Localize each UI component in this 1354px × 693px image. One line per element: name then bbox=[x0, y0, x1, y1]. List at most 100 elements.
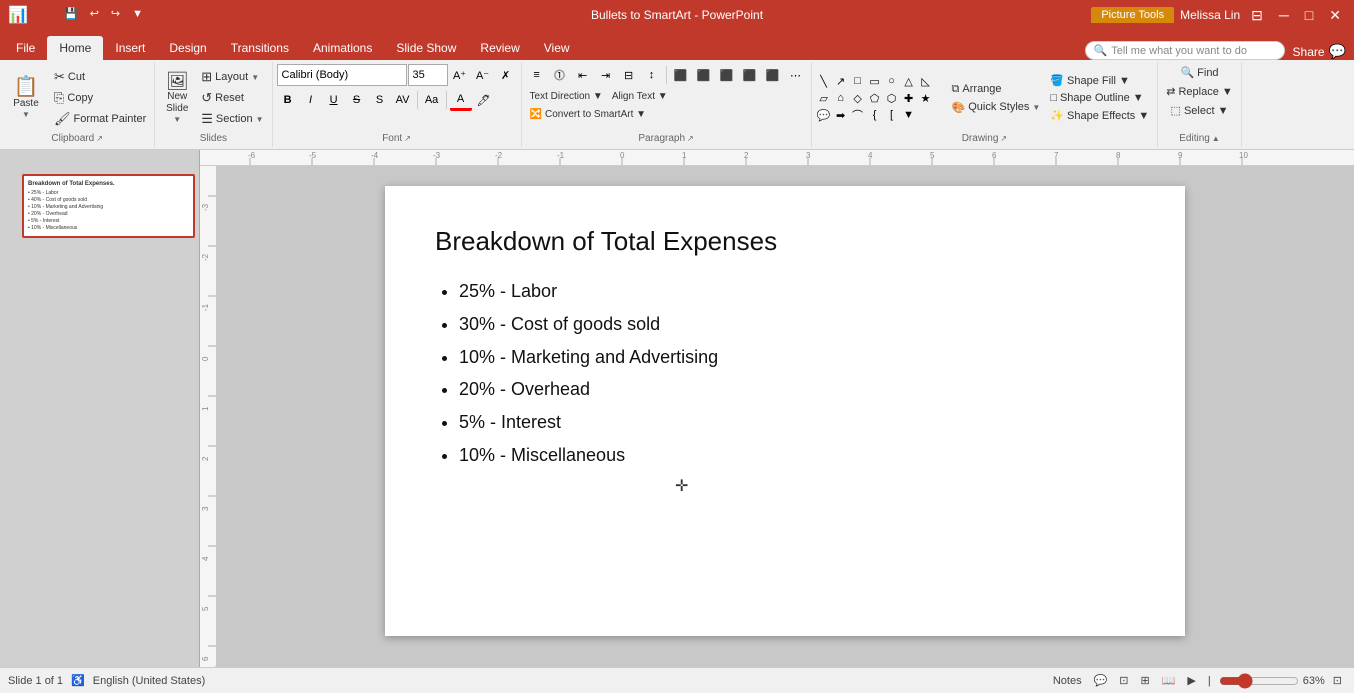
text-direction-button[interactable]: Text Direction ▼ bbox=[526, 89, 607, 104]
find-button[interactable]: 🔍 Find bbox=[1176, 64, 1222, 81]
decrease-indent-button[interactable]: ⇤ bbox=[572, 64, 594, 86]
right-triangle-shape[interactable]: ◺ bbox=[918, 73, 934, 89]
select-button[interactable]: ⬚ Select ▼ bbox=[1167, 102, 1233, 119]
cut-button[interactable]: ✂ Cut bbox=[50, 67, 150, 87]
share-btn[interactable]: Share bbox=[1293, 45, 1325, 59]
increase-indent-button[interactable]: ⇥ bbox=[595, 64, 617, 86]
shape-outline-button[interactable]: □ Shape Outline ▼ bbox=[1046, 90, 1153, 106]
font-name-input[interactable] bbox=[277, 64, 407, 86]
font-group-label[interactable]: Font ↗ bbox=[277, 132, 517, 145]
bold-button[interactable]: B bbox=[277, 89, 299, 111]
tab-view[interactable]: View bbox=[532, 36, 582, 60]
align-right-button[interactable]: ⬛ bbox=[716, 64, 738, 86]
bracket-shape[interactable]: [ bbox=[884, 107, 900, 123]
shape-fill-button[interactable]: 🪣 Shape Fill ▼ bbox=[1046, 72, 1153, 89]
columns-button[interactable]: ⊟ bbox=[618, 64, 640, 86]
tab-design[interactable]: Design bbox=[157, 36, 218, 60]
brace-shape[interactable]: { bbox=[867, 107, 883, 123]
zoom-slider[interactable] bbox=[1219, 673, 1299, 689]
tab-file[interactable]: File bbox=[4, 36, 47, 60]
slideshow-button[interactable]: ▶ bbox=[1183, 672, 1199, 689]
round-rect-shape[interactable]: ▭ bbox=[867, 73, 883, 89]
slide-body[interactable]: 25% - Labor 30% - Cost of goods sold 10%… bbox=[435, 277, 1135, 470]
redo-button[interactable]: ↪ bbox=[107, 5, 124, 22]
replace-button[interactable]: ⇄ Replace ▼ bbox=[1162, 83, 1237, 100]
paste-dropdown[interactable]: ▼ bbox=[22, 110, 30, 119]
section-button[interactable]: ☰ Section ▼ bbox=[197, 109, 267, 129]
shape-effects-button[interactable]: ✨ Shape Effects ▼ bbox=[1046, 107, 1153, 124]
callout-shape[interactable]: 💬 bbox=[816, 107, 832, 123]
maximize-btn[interactable]: □ bbox=[1300, 5, 1318, 25]
italic-button[interactable]: I bbox=[300, 89, 322, 111]
tab-insert[interactable]: Insert bbox=[103, 36, 157, 60]
accessibility-icon[interactable]: ♿ bbox=[71, 674, 85, 687]
line-spacing-button[interactable]: ↕ bbox=[641, 64, 663, 86]
oval-shape[interactable]: ○ bbox=[884, 73, 900, 89]
justify-button[interactable]: ⬛ bbox=[739, 64, 761, 86]
copy-button[interactable]: ⎘ Copy bbox=[50, 88, 150, 108]
paste-button[interactable]: 📋 Paste ▼ bbox=[4, 75, 48, 121]
fit-window-button[interactable]: ⊡ bbox=[1329, 672, 1346, 689]
justify-low-button[interactable]: ⬛ bbox=[762, 64, 784, 86]
convert-smartart-button[interactable]: 🔀 Convert to SmartArt ▼ bbox=[526, 107, 651, 122]
tab-home[interactable]: Home bbox=[47, 36, 103, 60]
arrange-button[interactable]: ⧉ Arrange bbox=[948, 81, 1045, 98]
underline-button[interactable]: U bbox=[323, 89, 345, 111]
tab-transitions[interactable]: Transitions bbox=[219, 36, 301, 60]
font-color-button[interactable]: A bbox=[450, 89, 472, 111]
star-shape[interactable]: ★ bbox=[918, 90, 934, 106]
curve-shape[interactable]: ⌒ bbox=[850, 107, 866, 123]
tell-me-input[interactable]: 🔍 Tell me what you want to do bbox=[1085, 41, 1285, 60]
minimize-btn[interactable]: ─ bbox=[1274, 5, 1294, 25]
bullets-button[interactable]: ≡ bbox=[526, 64, 548, 86]
clipboard-group-label[interactable]: Clipboard ↗ bbox=[4, 132, 150, 145]
strikethrough-button[interactable]: S bbox=[346, 89, 368, 111]
notes-button[interactable]: Notes bbox=[1049, 673, 1086, 689]
tab-animations[interactable]: Animations bbox=[301, 36, 384, 60]
undo-button[interactable]: ↩ bbox=[86, 5, 103, 22]
tab-review[interactable]: Review bbox=[468, 36, 531, 60]
comments-icon[interactable]: 💬 bbox=[1329, 43, 1346, 60]
slides-group-label[interactable]: Slides bbox=[159, 132, 267, 145]
close-btn[interactable]: ✕ bbox=[1324, 5, 1346, 26]
quick-styles-button[interactable]: 🎨 Quick Styles ▼ bbox=[948, 99, 1045, 116]
slide-thumbnail[interactable]: Breakdown of Total Expenses. • 25% - Lab… bbox=[22, 174, 195, 238]
editing-expand-icon[interactable]: ▲ bbox=[1212, 134, 1220, 143]
paragraph-group-label[interactable]: Paragraph ↗ bbox=[526, 132, 807, 145]
font-size-input[interactable] bbox=[408, 64, 448, 86]
align-text-button[interactable]: Align Text ▼ bbox=[608, 89, 672, 104]
editing-group-label[interactable]: Editing ▲ bbox=[1162, 132, 1237, 145]
align-center-button[interactable]: ⬛ bbox=[693, 64, 715, 86]
rect-shape[interactable]: □ bbox=[850, 73, 866, 89]
text-shadow-button[interactable]: S bbox=[369, 89, 391, 111]
ribbon-display-btn[interactable]: ⊟ bbox=[1246, 5, 1268, 26]
pentagon-shape[interactable]: ⬠ bbox=[867, 90, 883, 106]
clear-format-button[interactable]: ✗ bbox=[495, 64, 517, 86]
more-shapes[interactable]: ▼ bbox=[901, 107, 917, 123]
plus-shape[interactable]: ✚ bbox=[901, 90, 917, 106]
slide-content[interactable]: Breakdown of Total Expenses 25% - Labor … bbox=[385, 186, 1185, 636]
reading-view-button[interactable]: 📖 bbox=[1158, 672, 1180, 689]
format-painter-button[interactable]: 🖌 Format Painter bbox=[50, 109, 150, 129]
diamond-shape[interactable]: ◇ bbox=[850, 90, 866, 106]
text-highlight-button[interactable]: 🖊 bbox=[473, 89, 495, 111]
language[interactable]: English (United States) bbox=[93, 675, 206, 687]
block-arrow-shape[interactable]: ➡ bbox=[833, 107, 849, 123]
user-name[interactable]: Melissa Lin bbox=[1180, 8, 1240, 22]
comments-panel-button[interactable]: 💬 bbox=[1090, 672, 1112, 689]
char-spacing-button[interactable]: AV bbox=[392, 89, 414, 111]
paragraph-expand-icon[interactable]: ↗ bbox=[687, 134, 694, 143]
numbering-button[interactable]: ⓵ bbox=[549, 64, 571, 86]
connector-shape[interactable]: ↗ bbox=[833, 73, 849, 89]
line-shape[interactable]: ╲ bbox=[816, 73, 832, 89]
quick-access-more[interactable]: ▼ bbox=[128, 6, 147, 22]
new-slide-dropdown[interactable]: ▼ bbox=[173, 115, 181, 124]
drawing-group-label[interactable]: Drawing ↗ bbox=[816, 132, 1154, 145]
trapezoid-shape[interactable]: ⌂ bbox=[833, 90, 849, 106]
triangle-shape[interactable]: △ bbox=[901, 73, 917, 89]
increase-font-size-button[interactable]: A⁺ bbox=[449, 64, 471, 86]
align-left-button[interactable]: ⬛ bbox=[670, 64, 692, 86]
tab-slideshow[interactable]: Slide Show bbox=[384, 36, 468, 60]
parallelogram-shape[interactable]: ▱ bbox=[816, 90, 832, 106]
drawing-expand-icon[interactable]: ↗ bbox=[1000, 134, 1007, 143]
